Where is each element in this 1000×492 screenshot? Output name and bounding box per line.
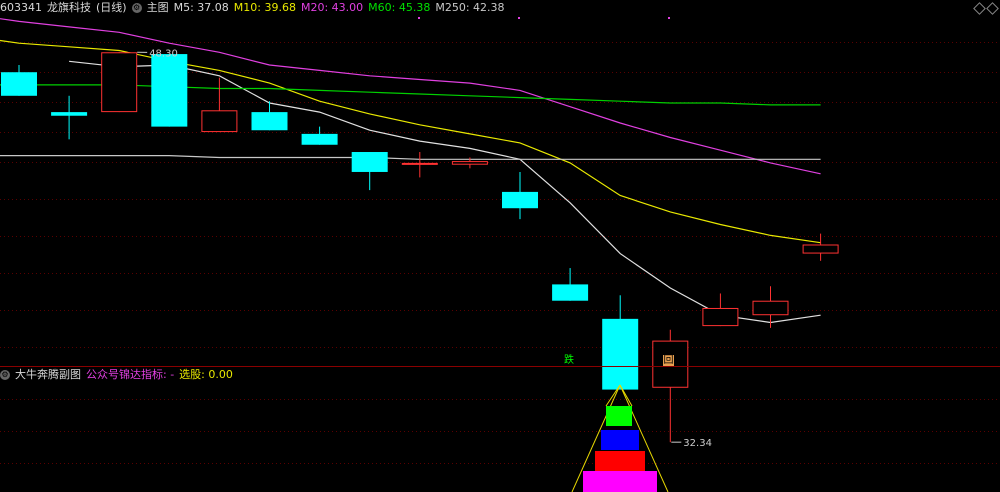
- candlestick: [652, 329, 689, 443]
- ma10-value: M10: 39.68: [233, 1, 296, 14]
- sub-chart-indicator: [571, 384, 669, 492]
- high-price-label: 48.30: [149, 48, 178, 59]
- settings-gear-icon[interactable]: ⚙: [131, 3, 142, 13]
- candle-body: [151, 54, 188, 127]
- main-chart-header: 603341 龙旗科技 (日线) ⚙ 主图 M5: 37.08 M10: 39.68 M20:…: [0, 0, 510, 16]
- signal-dot: [518, 17, 520, 19]
- candlestick: [502, 171, 538, 220]
- ma60-value: M60: 45.38: [368, 1, 431, 14]
- ma5-value: M5: 37.08: [173, 1, 229, 14]
- settings-gear-icon[interactable]: ⚙: [0, 370, 10, 380]
- stock-code: 603341: [0, 1, 42, 14]
- chart-period: (日线): [96, 1, 127, 14]
- candle-body: [502, 191, 538, 209]
- candlestick: [802, 233, 839, 261]
- pyramid-block: [601, 430, 639, 450]
- candlestick: [301, 126, 338, 145]
- candle-body: [602, 318, 639, 390]
- pyramid-block: [606, 406, 632, 426]
- candlestick: [752, 286, 789, 328]
- candlesticks: [1, 52, 839, 443]
- candle-body: [351, 152, 388, 172]
- candle-body: [451, 161, 488, 165]
- main-chart-label: 主图: [146, 1, 169, 14]
- candle-body: [51, 112, 88, 116]
- candlestick: [101, 52, 138, 113]
- candle-body: [752, 300, 789, 316]
- select-value: 选股: 0.00: [179, 368, 233, 381]
- candle-body: [201, 110, 238, 133]
- candle-body: [301, 133, 338, 145]
- candlestick: [201, 77, 238, 133]
- low-price-label: 32.34: [683, 438, 712, 449]
- candle-body: [251, 112, 288, 131]
- candlestick: [552, 268, 589, 301]
- pyramid-block: [583, 471, 657, 492]
- sub-chart-header: ⚙ 大牛奔腾副图 公众号锦达指标: - 选股: 0.00: [0, 367, 238, 383]
- ma-line-m250: [0, 155, 821, 160]
- candlestick: [602, 295, 639, 390]
- chart-grid: [0, 42, 1000, 464]
- ma20-value: M20: 43.00: [300, 1, 364, 14]
- candle-body: [802, 244, 839, 254]
- candle-body: [552, 284, 589, 301]
- signal-dot: [418, 17, 420, 19]
- stock-name: 龙旗科技: [47, 1, 91, 14]
- ma250-value: M250: 42.38: [435, 1, 505, 14]
- back-badge: 回: [663, 355, 674, 366]
- candle-body: [401, 162, 438, 165]
- pyramid-block: [595, 451, 645, 471]
- candle-body: [101, 52, 138, 113]
- candlestick: [401, 152, 438, 178]
- candlestick: [1, 64, 37, 96]
- candle-body: [1, 72, 37, 96]
- fall-badge: 跌: [564, 355, 574, 366]
- indicator-name: 公众号锦达指标: -: [86, 368, 175, 381]
- candlestick: [151, 54, 188, 127]
- signal-dot: [668, 17, 670, 19]
- candlestick: [702, 293, 739, 327]
- sub-chart-title: 大牛奔腾副图: [15, 368, 81, 381]
- price-chart[interactable]: 48.30 32.34: [0, 0, 1000, 492]
- candlestick: [351, 152, 388, 191]
- candle-body: [702, 307, 739, 327]
